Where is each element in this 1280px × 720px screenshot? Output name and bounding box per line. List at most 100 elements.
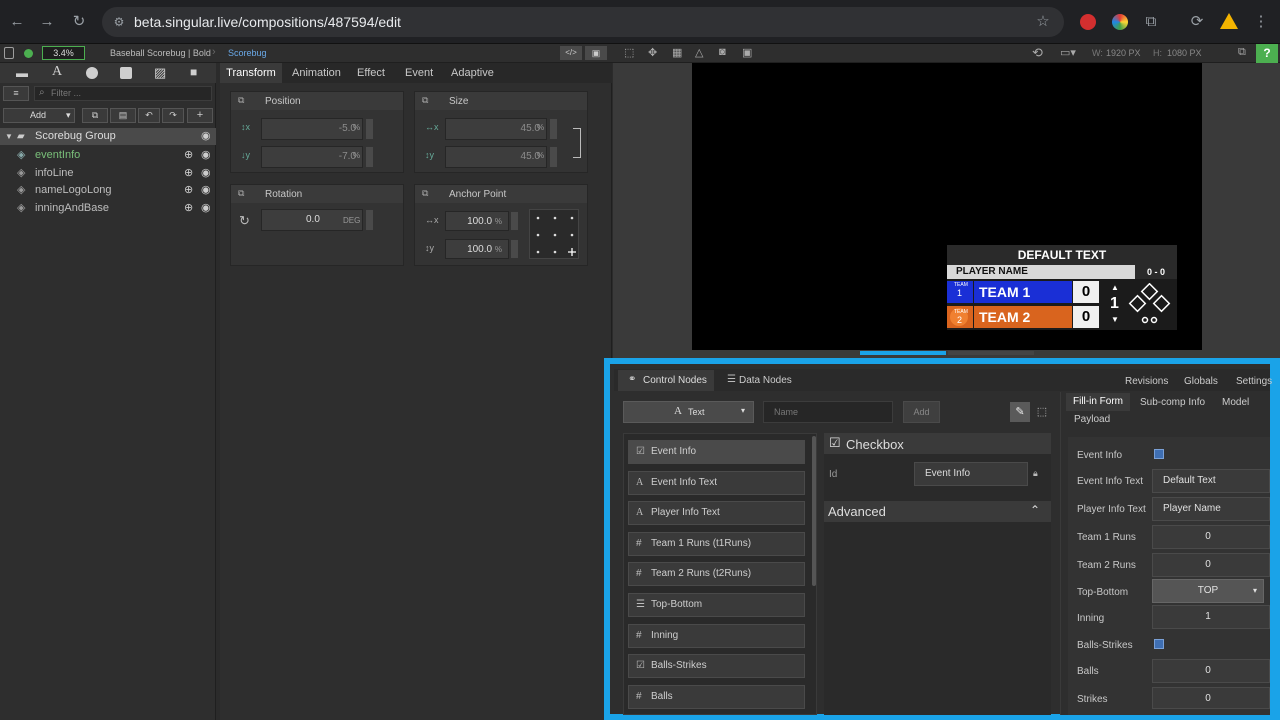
- advanced-header[interactable]: Advanced ⌃: [824, 501, 1051, 522]
- grid-icon[interactable]: ▦: [672, 46, 682, 59]
- inning-input[interactable]: 1: [1152, 605, 1270, 629]
- layer-options-icon[interactable]: ≡: [3, 86, 29, 101]
- tab-effect[interactable]: Effect: [357, 67, 385, 79]
- lock-ratio-icon[interactable]: [573, 128, 581, 158]
- spinner-icon[interactable]: [510, 239, 519, 259]
- node-item-top-bottom[interactable]: ☰ Top-Bottom: [628, 593, 805, 617]
- node-item-balls-strikes[interactable]: ☑ Balls-Strikes: [628, 654, 805, 678]
- copy-icon[interactable]: ⧉: [238, 188, 244, 199]
- copy-icon[interactable]: ⧉: [238, 95, 244, 106]
- layer-row[interactable]: ◈ inningAndBase ⊕ ◉: [0, 200, 216, 217]
- add-node-button[interactable]: Add: [903, 401, 940, 423]
- node-item-balls[interactable]: # Balls: [628, 685, 805, 709]
- expand-icon[interactable]: ▼: [5, 128, 13, 145]
- anchor-x-input[interactable]: 100.0 %: [445, 211, 509, 231]
- position-x-input[interactable]: -5.0: [261, 118, 363, 140]
- visibility-icon[interactable]: ◉: [201, 128, 211, 145]
- zoom-indicator[interactable]: 3.4%: [42, 46, 85, 60]
- paste-icon[interactable]: ▤: [110, 108, 136, 123]
- add-icon[interactable]: +: [187, 108, 213, 123]
- layer-row[interactable]: ◈ nameLogoLong ⊕ ◉: [0, 182, 216, 199]
- undo-icon[interactable]: ↶: [138, 108, 160, 123]
- target-icon[interactable]: ⊕: [184, 200, 193, 217]
- address-bar[interactable]: ⚙ beta.singular.live/compositions/487594…: [102, 7, 1064, 37]
- height-value[interactable]: 1080 PX: [1167, 48, 1202, 58]
- event-info-text-input[interactable]: Default Text: [1152, 469, 1270, 493]
- node-list-scrollbar[interactable]: [812, 436, 816, 586]
- spinner-icon[interactable]: [549, 118, 558, 140]
- tab-data-nodes[interactable]: Data Nodes: [739, 375, 792, 386]
- extension-icon-red[interactable]: [1080, 14, 1096, 30]
- position-y-input[interactable]: -7.0: [261, 146, 363, 168]
- target-icon[interactable]: ⊕: [184, 165, 193, 182]
- node-item-player-info-text[interactable]: A Player Info Text: [628, 501, 805, 525]
- visibility-icon[interactable]: ◉: [201, 147, 211, 164]
- tab-animation[interactable]: Animation: [292, 67, 341, 79]
- spinner-icon[interactable]: [365, 118, 374, 140]
- triangle-icon[interactable]: △: [695, 46, 703, 59]
- layer-row[interactable]: ◈ infoLine ⊕ ◉: [0, 165, 216, 182]
- player-info-text-input[interactable]: Player Name: [1152, 497, 1270, 521]
- tab-control-nodes[interactable]: ⚭ Control Nodes: [618, 370, 714, 391]
- node-item-team2-runs[interactable]: # Team 2 Runs (t2Runs): [628, 562, 805, 586]
- monitor-icon[interactable]: ▭▾: [1060, 46, 1076, 59]
- add-layer-button[interactable]: Add ▾: [3, 108, 75, 123]
- spinner-icon[interactable]: [365, 146, 374, 168]
- anchor-y-input[interactable]: 100.0 %: [445, 239, 509, 259]
- visibility-icon[interactable]: ◉: [201, 200, 211, 217]
- target-icon[interactable]: ⊕: [184, 147, 193, 164]
- spinner-icon[interactable]: [549, 146, 558, 168]
- visibility-icon[interactable]: ◉: [201, 182, 211, 199]
- drive-icon[interactable]: [1220, 13, 1238, 29]
- node-item-event-info[interactable]: ☑ Event Info: [628, 440, 805, 464]
- sync-icon[interactable]: ⟳: [1188, 13, 1206, 31]
- open-external-icon[interactable]: ⧉: [1238, 46, 1246, 59]
- tab-revisions[interactable]: Revisions: [1125, 376, 1168, 387]
- id-field[interactable]: Event Info: [914, 462, 1028, 486]
- team1-runs-input[interactable]: 0: [1152, 525, 1270, 549]
- tab-globals[interactable]: Globals: [1184, 376, 1218, 387]
- redo-icon[interactable]: ↷: [162, 108, 184, 123]
- video-layer-icon[interactable]: ■: [190, 65, 197, 79]
- balls-strikes-checkbox[interactable]: [1154, 639, 1164, 649]
- top-bottom-select[interactable]: TOP ▾: [1152, 579, 1264, 603]
- spinner-icon[interactable]: [510, 211, 519, 231]
- frame-icon[interactable]: ⬚: [624, 46, 634, 59]
- node-name-input[interactable]: Name: [763, 401, 893, 423]
- breadcrumb-composition[interactable]: Baseball Scorebug | Bold: [110, 48, 211, 58]
- node-item-team1-runs[interactable]: # Team 1 Runs (t1Runs): [628, 532, 805, 556]
- bookmark-star-icon[interactable]: ☆: [1034, 13, 1052, 31]
- filter-input[interactable]: ⌕ Filter ...: [34, 86, 212, 101]
- back-icon[interactable]: ←: [8, 13, 26, 31]
- reload-icon[interactable]: ↻: [70, 13, 88, 31]
- size-x-input[interactable]: 45.0: [445, 118, 547, 140]
- folder-icon[interactable]: ▬: [16, 66, 28, 80]
- image-icon[interactable]: ▣: [742, 46, 752, 59]
- copy-icon[interactable]: ⧉: [422, 95, 428, 106]
- tab-settings[interactable]: Settings: [1236, 376, 1272, 387]
- tab-sub-comp-info[interactable]: Sub-comp Info: [1140, 397, 1205, 408]
- width-value[interactable]: 1920 PX: [1106, 48, 1141, 58]
- tab-model[interactable]: Model: [1222, 397, 1249, 408]
- layer-group-row[interactable]: ▼ ▰ Scorebug Group ◉: [0, 128, 216, 145]
- node-item-inning[interactable]: # Inning: [628, 624, 805, 648]
- forward-icon[interactable]: →: [38, 13, 56, 31]
- circle-layer-icon[interactable]: [86, 67, 98, 79]
- camera-icon[interactable]: ◙: [719, 46, 726, 58]
- extensions-icon[interactable]: ⧉: [1142, 13, 1160, 31]
- balls-input[interactable]: 0: [1152, 659, 1270, 683]
- target-icon[interactable]: ⊕: [184, 182, 193, 199]
- breadcrumb-subcomp[interactable]: Scorebug: [228, 48, 267, 58]
- menu-kebab-icon[interactable]: ⋮: [1252, 13, 1270, 31]
- extension-icon-color[interactable]: [1112, 14, 1128, 30]
- rotate-view-icon[interactable]: ⟲: [1032, 45, 1043, 61]
- code-view-button[interactable]: </>: [560, 46, 582, 60]
- select-frame-icon[interactable]: ⬚: [1033, 402, 1051, 422]
- node-type-select[interactable]: A Text ▾: [623, 401, 754, 423]
- tab-fill-in-form[interactable]: Fill-in Form: [1066, 393, 1130, 411]
- tab-transform[interactable]: Transform: [220, 63, 282, 83]
- spinner-icon[interactable]: [365, 209, 374, 231]
- copy-icon[interactable]: ⧉: [422, 188, 428, 199]
- output-button[interactable]: ▣: [585, 46, 607, 60]
- help-button[interactable]: ?: [1256, 44, 1278, 63]
